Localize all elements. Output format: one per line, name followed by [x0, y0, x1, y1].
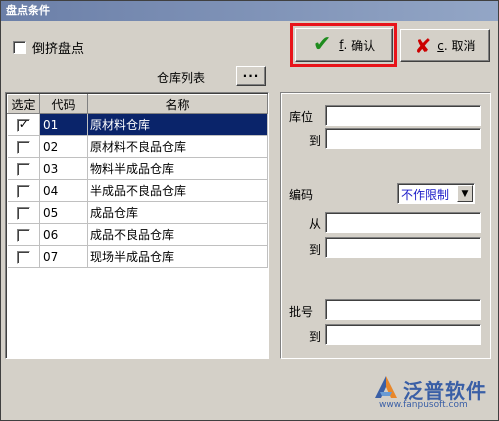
- brand-logo-icon: [375, 376, 397, 398]
- row-select-checkbox[interactable]: [16, 117, 30, 132]
- location-from-field[interactable]: [325, 105, 481, 126]
- row-select-checkbox[interactable]: [16, 140, 30, 154]
- row-select-checkbox[interactable]: [16, 250, 30, 264]
- column-header-name[interactable]: 名称: [87, 94, 268, 114]
- chevron-down-icon[interactable]: ▼: [457, 185, 473, 202]
- cancel-button[interactable]: ✘ c. 取消: [400, 29, 490, 62]
- row-select-cell[interactable]: [7, 245, 40, 268]
- row-code: 05: [39, 201, 88, 224]
- row-select-checkbox[interactable]: [16, 184, 30, 198]
- reverse-count-checkbox[interactable]: [13, 40, 26, 54]
- column-header-code[interactable]: 代码: [39, 94, 88, 114]
- batch-from-field[interactable]: [325, 299, 481, 320]
- row-code: 04: [39, 179, 88, 202]
- row-select-cell[interactable]: [7, 157, 40, 180]
- code-mode-select[interactable]: 不作限制 ▼: [397, 183, 475, 204]
- reverse-count-label: 倒挤盘点: [32, 41, 85, 57]
- confirm-label: 确认: [351, 38, 376, 53]
- row-name: 成品不良品仓库: [87, 223, 268, 246]
- warehouse-more-button[interactable]: ···: [236, 66, 266, 86]
- row-select-cell[interactable]: [7, 179, 40, 202]
- cancel-label: 取消: [451, 39, 476, 53]
- brand-url: www.fanpusoft.com: [379, 400, 468, 410]
- row-name: 原材料不良品仓库: [87, 135, 268, 158]
- dialog-window: 盘点条件 倒挤盘点 ✔ f. 确认 ✘ c. 取消 仓库列表 ··· 选定 代码…: [0, 0, 499, 421]
- row-code: 03: [39, 157, 88, 180]
- location-label: 库位: [289, 110, 314, 124]
- row-name: 原材料仓库: [87, 113, 268, 136]
- row-name: 现场半成品仓库: [87, 245, 268, 268]
- code-to-label: 到: [309, 243, 322, 257]
- warehouse-list-label: 仓库列表: [157, 71, 206, 85]
- row-code: 07: [39, 245, 88, 268]
- table-row[interactable]: 04 半成品不良品仓库: [7, 179, 268, 202]
- code-from-field[interactable]: [325, 212, 481, 233]
- table-row[interactable]: 03 物料半成品仓库: [7, 157, 268, 180]
- row-name: 物料半成品仓库: [87, 157, 268, 180]
- code-mode-value: 不作限制: [401, 188, 450, 202]
- table-row[interactable]: 01原材料仓库: [7, 113, 268, 136]
- reverse-count-option[interactable]: 倒挤盘点: [13, 39, 85, 57]
- close-icon: ✘: [414, 33, 432, 58]
- row-select-cell[interactable]: [7, 135, 40, 158]
- code-label: 编码: [289, 188, 314, 202]
- column-header-select[interactable]: 选定: [7, 94, 40, 114]
- warehouse-grid: 选定 代码 名称 01原材料仓库02原材料不良品仓库03物料半成品仓库04半成品…: [5, 92, 269, 359]
- row-select-checkbox[interactable]: [16, 206, 30, 220]
- batch-to-field[interactable]: [325, 324, 481, 345]
- table-row[interactable]: 06 成品不良品仓库: [7, 223, 268, 246]
- cancel-hotkey: c: [437, 38, 444, 53]
- table-row[interactable]: 07 现场半成品仓库: [7, 245, 268, 268]
- location-to-field[interactable]: [325, 128, 481, 149]
- row-code: 02: [39, 135, 88, 158]
- row-select-checkbox[interactable]: [16, 228, 30, 242]
- batch-to-label: 到: [309, 330, 322, 344]
- row-select-checkbox[interactable]: [16, 162, 30, 176]
- checkmark-icon: ✔: [312, 32, 332, 57]
- window-title: 盘点条件: [1, 1, 498, 21]
- row-select-cell[interactable]: [7, 223, 40, 246]
- code-from-label: 从: [309, 217, 322, 231]
- row-code: 06: [39, 223, 88, 246]
- row-select-cell[interactable]: [7, 113, 40, 136]
- confirm-button[interactable]: ✔ f. 确认: [295, 28, 393, 62]
- table-row[interactable]: 02 原材料不良品仓库: [7, 135, 268, 158]
- table-row[interactable]: 05 成品仓库: [7, 201, 268, 224]
- location-to-label: 到: [309, 134, 322, 148]
- row-name: 半成品不良品仓库: [87, 179, 268, 202]
- batch-label: 批号: [289, 305, 314, 319]
- row-code: 01: [39, 113, 88, 136]
- row-select-cell[interactable]: [7, 201, 40, 224]
- row-name: 成品仓库: [87, 201, 268, 224]
- code-to-field[interactable]: [325, 237, 481, 258]
- brand-logo: 泛普软件 www.fanpusoft.com: [371, 373, 491, 413]
